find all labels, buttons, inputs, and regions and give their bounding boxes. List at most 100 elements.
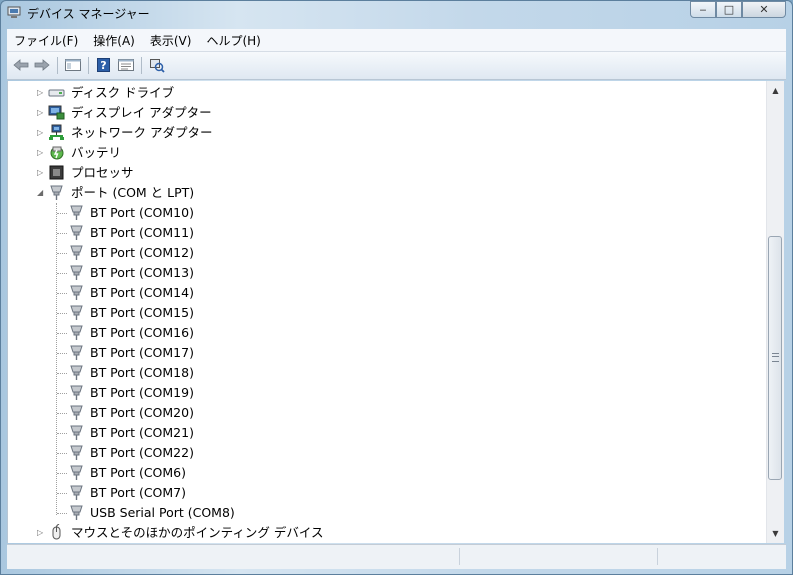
tree-item-mice[interactable]: ▷ マウスとそのほかのポインティング デバイス bbox=[8, 523, 748, 543]
port-icon bbox=[70, 305, 83, 320]
properties-icon[interactable] bbox=[117, 57, 135, 73]
tree-item-network-adapters[interactable]: ▷ ネットワーク アダプター bbox=[8, 123, 748, 143]
scroll-down-button[interactable]: ▼ bbox=[767, 525, 784, 542]
expand-arrow-icon[interactable]: ▷ bbox=[37, 83, 45, 103]
port-icon bbox=[70, 285, 83, 300]
expand-arrow-icon[interactable]: ▷ bbox=[37, 523, 45, 543]
port-icon bbox=[70, 265, 83, 280]
port-icon bbox=[70, 365, 83, 380]
tree-item-label: ネットワーク アダプター bbox=[71, 125, 213, 140]
tree-connector-line bbox=[57, 373, 67, 374]
port-item[interactable]: BT Port (COM10) bbox=[8, 203, 748, 223]
port-item-label: BT Port (COM10) bbox=[90, 205, 194, 220]
port-icon bbox=[70, 425, 83, 440]
port-item-label: BT Port (COM16) bbox=[90, 325, 194, 340]
tree-connector-line bbox=[57, 253, 67, 254]
port-item[interactable]: BT Port (COM12) bbox=[8, 243, 748, 263]
back-arrow-icon[interactable] bbox=[12, 57, 30, 73]
port-item[interactable]: BT Port (COM6) bbox=[8, 463, 748, 483]
port-item[interactable]: BT Port (COM22) bbox=[8, 443, 748, 463]
port-icon bbox=[70, 245, 83, 260]
port-item[interactable]: BT Port (COM17) bbox=[8, 343, 748, 363]
device-tree: ▷ ディスク ドライブ ▷ ディスプレイ アダプター ▷ ネットワーク アダプタ… bbox=[7, 81, 767, 543]
help-icon[interactable]: ? bbox=[95, 57, 113, 73]
port-item-label: BT Port (COM15) bbox=[90, 305, 194, 320]
port-icon bbox=[70, 405, 83, 420]
svg-text:?: ? bbox=[100, 59, 106, 72]
port-icon bbox=[70, 445, 83, 460]
tree-item-battery[interactable]: ▷ バッテリ bbox=[8, 143, 748, 163]
scroll-down-arrow-icon: ▼ bbox=[772, 529, 779, 538]
status-divider bbox=[459, 548, 460, 565]
port-item-label: BT Port (COM20) bbox=[90, 405, 194, 420]
tree-connector-line bbox=[57, 453, 67, 454]
vertical-scrollbar[interactable]: ▲ ▼ bbox=[766, 81, 784, 543]
port-item-label: BT Port (COM7) bbox=[90, 485, 186, 500]
scroll-grip-icon bbox=[772, 353, 779, 362]
forward-arrow-icon[interactable] bbox=[33, 57, 51, 73]
port-item[interactable]: BT Port (COM21) bbox=[8, 423, 748, 443]
tree-connector-line bbox=[57, 313, 67, 314]
tree-connector-line bbox=[57, 413, 67, 414]
port-icon bbox=[70, 465, 83, 480]
tree-item-label: ポート (COM と LPT) bbox=[71, 185, 195, 200]
battery-icon bbox=[50, 146, 64, 160]
title-bar[interactable]: デバイス マネージャー ‒ □ ✕ bbox=[1, 1, 792, 25]
port-item-label: BT Port (COM21) bbox=[90, 425, 194, 440]
tree-item-display-adapters[interactable]: ▷ ディスプレイ アダプター bbox=[8, 103, 748, 123]
show-hide-console-tree-icon[interactable] bbox=[64, 57, 82, 73]
expand-arrow-icon[interactable]: ▷ bbox=[37, 163, 45, 183]
tree-item-processors[interactable]: ▷ プロセッサ bbox=[8, 163, 748, 183]
tree-connector-line bbox=[57, 393, 67, 394]
port-item[interactable]: BT Port (COM16) bbox=[8, 323, 748, 343]
scan-hardware-icon[interactable] bbox=[148, 57, 166, 73]
port-icon bbox=[70, 505, 83, 520]
tree-connector-line bbox=[57, 333, 67, 334]
port-item[interactable]: USB Serial Port (COM8) bbox=[8, 503, 748, 523]
port-icon bbox=[50, 185, 63, 200]
scroll-up-button[interactable]: ▲ bbox=[767, 82, 784, 99]
tree-item-disk-drives[interactable]: ▷ ディスク ドライブ bbox=[8, 83, 748, 103]
tree-connector-line bbox=[57, 473, 67, 474]
menu-file[interactable]: ファイル(F) bbox=[7, 32, 86, 49]
menu-view[interactable]: 表示(V) bbox=[143, 32, 200, 49]
menu-bar: ファイル(F) 操作(A) 表示(V) ヘルプ(H) bbox=[7, 29, 786, 52]
scroll-thumb[interactable] bbox=[768, 236, 782, 480]
port-icon bbox=[70, 385, 83, 400]
port-item[interactable]: BT Port (COM15) bbox=[8, 303, 748, 323]
minimize-icon: ‒ bbox=[699, 3, 707, 16]
tree-connector-line bbox=[57, 293, 67, 294]
port-item[interactable]: BT Port (COM20) bbox=[8, 403, 748, 423]
port-item-label: USB Serial Port (COM8) bbox=[90, 505, 235, 520]
port-item[interactable]: BT Port (COM14) bbox=[8, 283, 748, 303]
port-item-label: BT Port (COM13) bbox=[90, 265, 194, 280]
port-item[interactable]: BT Port (COM19) bbox=[8, 383, 748, 403]
close-button[interactable]: ✕ bbox=[742, 1, 786, 18]
tree-item-label: ディスプレイ アダプター bbox=[71, 105, 212, 120]
port-icon bbox=[70, 345, 83, 360]
maximize-button[interactable]: □ bbox=[716, 1, 742, 18]
port-item[interactable]: BT Port (COM18) bbox=[8, 363, 748, 383]
minimize-button[interactable]: ‒ bbox=[690, 1, 716, 18]
menu-help[interactable]: ヘルプ(H) bbox=[199, 32, 268, 49]
port-icon bbox=[70, 485, 83, 500]
tree-connector-line bbox=[57, 493, 67, 494]
port-item[interactable]: BT Port (COM11) bbox=[8, 223, 748, 243]
expand-arrow-icon[interactable]: ▷ bbox=[37, 103, 45, 123]
collapse-arrow-icon[interactable]: ◢ bbox=[37, 183, 45, 203]
menu-action[interactable]: 操作(A) bbox=[86, 32, 143, 49]
expand-arrow-icon[interactable]: ▷ bbox=[37, 123, 45, 143]
toolbar-separator bbox=[88, 57, 89, 74]
port-item[interactable]: BT Port (COM13) bbox=[8, 263, 748, 283]
expand-arrow-icon[interactable]: ▷ bbox=[37, 143, 45, 163]
port-item-label: BT Port (COM14) bbox=[90, 285, 194, 300]
toolbar: ? bbox=[7, 52, 786, 80]
maximize-icon: □ bbox=[723, 3, 735, 16]
toolbar-separator bbox=[141, 57, 142, 74]
device-manager-icon bbox=[7, 6, 21, 18]
port-item[interactable]: BT Port (COM7) bbox=[8, 483, 748, 503]
window-title: デバイス マネージャー bbox=[27, 7, 150, 21]
port-item-label: BT Port (COM6) bbox=[90, 465, 186, 480]
device-manager-window: デバイス マネージャー ‒ □ ✕ ファイル(F) 操作(A) 表示(V) ヘル… bbox=[0, 0, 793, 575]
tree-item-ports[interactable]: ◢ ポート (COM と LPT) bbox=[8, 183, 748, 203]
